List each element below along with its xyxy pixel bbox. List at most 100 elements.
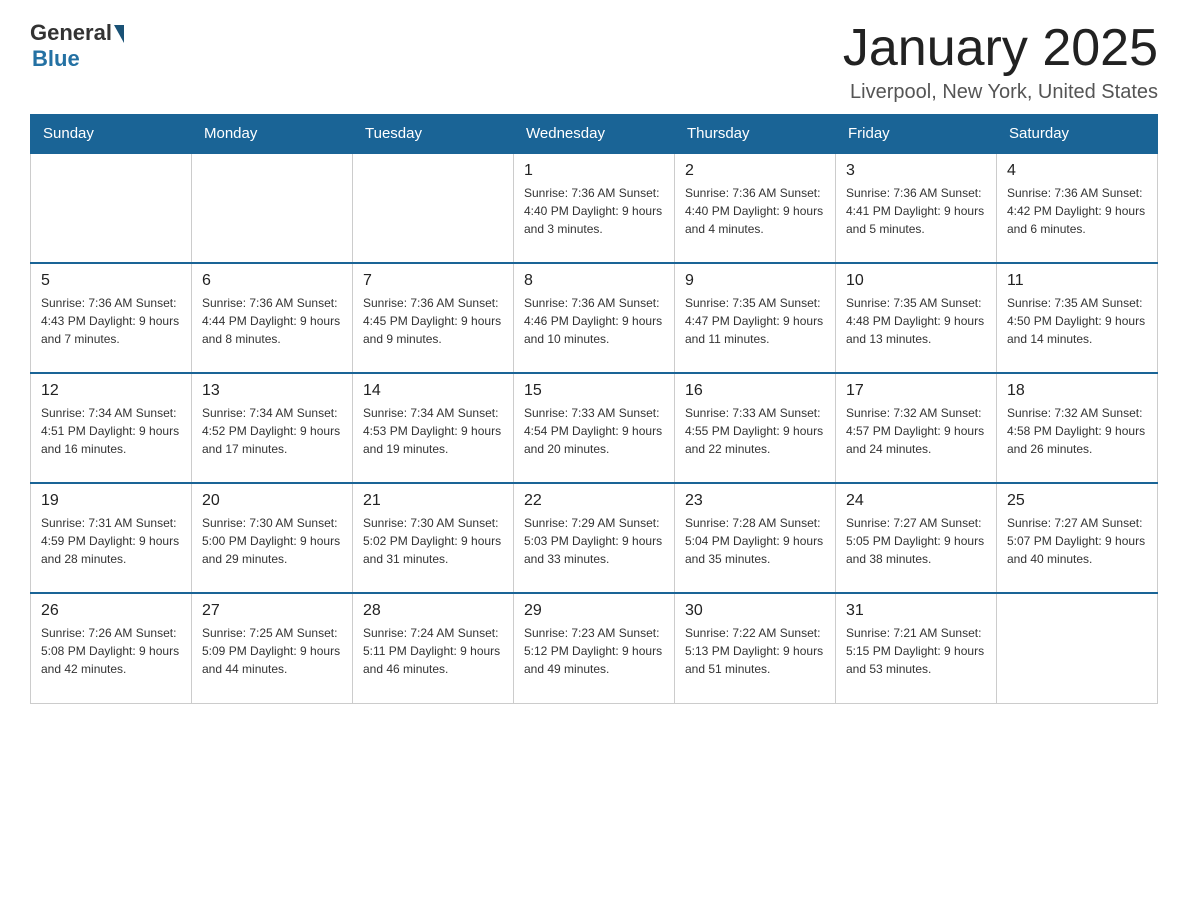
- cell-inner: 27 Sunrise: 7:25 AM Sunset: 5:09 PM Dayli…: [202, 602, 342, 678]
- day-info: Sunrise: 7:36 AM Sunset: 4:43 PM Dayligh…: [41, 294, 181, 348]
- cell-inner: 24Sunrise: 7:27 AM Sunset: 5:05 PM Dayli…: [846, 492, 986, 568]
- logo-arrow-icon: [114, 25, 124, 43]
- day-info: Sunrise: 7:36 AM Sunset: 4:40 PM Dayligh…: [524, 184, 664, 238]
- calendar-header-sunday: Sunday: [31, 115, 192, 154]
- day-number: 12: [41, 382, 181, 400]
- cell-inner: 30 Sunrise: 7:22 AM Sunset: 5:13 PM Dayli…: [685, 602, 825, 678]
- day-info: Sunrise: 7:33 AM Sunset: 4:54 PM Dayligh…: [524, 404, 664, 458]
- calendar-week-3: 12 Sunrise: 7:34 AM Sunset: 4:51 PM Dayli…: [31, 373, 1158, 483]
- day-number: 8: [524, 272, 664, 290]
- calendar-header-thursday: Thursday: [675, 115, 836, 154]
- cell-inner: 25Sunrise: 7:27 AM Sunset: 5:07 PM Dayli…: [1007, 492, 1147, 568]
- calendar-cell: 26Sunrise: 7:26 AM Sunset: 5:08 PM Dayli…: [31, 593, 192, 703]
- day-number: 1: [524, 162, 664, 180]
- day-info: Sunrise: 7:36 AM Sunset: 4:42 PM Dayligh…: [1007, 184, 1147, 238]
- cell-inner: 6Sunrise: 7:36 AM Sunset: 4:44 PM Daylig…: [202, 272, 342, 348]
- calendar-cell: 19Sunrise: 7:31 AM Sunset: 4:59 PM Dayli…: [31, 483, 192, 593]
- day-info: Sunrise: 7:30 AM Sunset: 5:00 PM Dayligh…: [202, 514, 342, 568]
- calendar-header-tuesday: Tuesday: [353, 115, 514, 154]
- day-info: Sunrise: 7:32 AM Sunset: 4:58 PM Dayligh…: [1007, 404, 1147, 458]
- calendar-cell: 3Sunrise: 7:36 AM Sunset: 4:41 PM Daylig…: [836, 153, 997, 263]
- calendar-cell: 11Sunrise: 7:35 AM Sunset: 4:50 PM Dayli…: [997, 263, 1158, 373]
- day-info: Sunrise: 7:22 AM Sunset: 5:13 PM Dayligh…: [685, 624, 825, 678]
- cell-inner: 10 Sunrise: 7:35 AM Sunset: 4:48 PM Dayli…: [846, 272, 986, 348]
- day-info: Sunrise: 7:28 AM Sunset: 5:04 PM Dayligh…: [685, 514, 825, 568]
- day-number: 28: [363, 602, 503, 620]
- day-number: 21: [363, 492, 503, 510]
- calendar-cell: [997, 593, 1158, 703]
- calendar-cell: 5 Sunrise: 7:36 AM Sunset: 4:43 PM Daylig…: [31, 263, 192, 373]
- day-number: 15: [524, 382, 664, 400]
- cell-inner: 13Sunrise: 7:34 AM Sunset: 4:52 PM Dayli…: [202, 382, 342, 458]
- calendar-cell: 30 Sunrise: 7:22 AM Sunset: 5:13 PM Dayli…: [675, 593, 836, 703]
- calendar-cell: 13Sunrise: 7:34 AM Sunset: 4:52 PM Dayli…: [192, 373, 353, 483]
- day-number: 25: [1007, 492, 1147, 510]
- cell-inner: 11Sunrise: 7:35 AM Sunset: 4:50 PM Dayli…: [1007, 272, 1147, 348]
- cell-inner: 4Sunrise: 7:36 AM Sunset: 4:42 PM Daylig…: [1007, 162, 1147, 238]
- day-info: Sunrise: 7:35 AM Sunset: 4:47 PM Dayligh…: [685, 294, 825, 348]
- day-number: 6: [202, 272, 342, 290]
- calendar-header-saturday: Saturday: [997, 115, 1158, 154]
- cell-inner: 22 Sunrise: 7:29 AM Sunset: 5:03 PM Dayli…: [524, 492, 664, 568]
- day-number: 13: [202, 382, 342, 400]
- calendar-week-5: 26Sunrise: 7:26 AM Sunset: 5:08 PM Dayli…: [31, 593, 1158, 703]
- calendar-cell: 29 Sunrise: 7:23 AM Sunset: 5:12 PM Dayli…: [514, 593, 675, 703]
- cell-inner: 5 Sunrise: 7:36 AM Sunset: 4:43 PM Daylig…: [41, 272, 181, 348]
- day-number: 23: [685, 492, 825, 510]
- calendar-cell: [353, 153, 514, 263]
- day-number: 27: [202, 602, 342, 620]
- calendar-week-4: 19Sunrise: 7:31 AM Sunset: 4:59 PM Dayli…: [31, 483, 1158, 593]
- cell-inner: 29 Sunrise: 7:23 AM Sunset: 5:12 PM Dayli…: [524, 602, 664, 678]
- page-title: January 2025: [843, 20, 1158, 77]
- day-info: Sunrise: 7:25 AM Sunset: 5:09 PM Dayligh…: [202, 624, 342, 678]
- title-section: January 2025 Liverpool, New York, United…: [843, 20, 1158, 104]
- day-info: Sunrise: 7:29 AM Sunset: 5:03 PM Dayligh…: [524, 514, 664, 568]
- day-info: Sunrise: 7:34 AM Sunset: 4:51 PM Dayligh…: [41, 404, 181, 458]
- day-info: Sunrise: 7:36 AM Sunset: 4:40 PM Dayligh…: [685, 184, 825, 238]
- calendar-cell: 8Sunrise: 7:36 AM Sunset: 4:46 PM Daylig…: [514, 263, 675, 373]
- day-info: Sunrise: 7:32 AM Sunset: 4:57 PM Dayligh…: [846, 404, 986, 458]
- day-info: Sunrise: 7:30 AM Sunset: 5:02 PM Dayligh…: [363, 514, 503, 568]
- day-info: Sunrise: 7:35 AM Sunset: 4:48 PM Dayligh…: [846, 294, 986, 348]
- day-number: 30: [685, 602, 825, 620]
- logo-top: General: [30, 20, 124, 46]
- logo: General Blue: [30, 20, 124, 72]
- cell-inner: 3Sunrise: 7:36 AM Sunset: 4:41 PM Daylig…: [846, 162, 986, 238]
- page-subtitle: Liverpool, New York, United States: [843, 81, 1158, 104]
- cell-inner: 28Sunrise: 7:24 AM Sunset: 5:11 PM Dayli…: [363, 602, 503, 678]
- cell-inner: 8Sunrise: 7:36 AM Sunset: 4:46 PM Daylig…: [524, 272, 664, 348]
- calendar-cell: 14Sunrise: 7:34 AM Sunset: 4:53 PM Dayli…: [353, 373, 514, 483]
- calendar-cell: 27 Sunrise: 7:25 AM Sunset: 5:09 PM Dayli…: [192, 593, 353, 703]
- cell-inner: 15 Sunrise: 7:33 AM Sunset: 4:54 PM Dayli…: [524, 382, 664, 458]
- calendar-cell: 23 Sunrise: 7:28 AM Sunset: 5:04 PM Dayli…: [675, 483, 836, 593]
- cell-inner: 18Sunrise: 7:32 AM Sunset: 4:58 PM Dayli…: [1007, 382, 1147, 458]
- day-number: 29: [524, 602, 664, 620]
- cell-inner: 19Sunrise: 7:31 AM Sunset: 4:59 PM Dayli…: [41, 492, 181, 568]
- calendar-cell: 24Sunrise: 7:27 AM Sunset: 5:05 PM Dayli…: [836, 483, 997, 593]
- day-number: 9: [685, 272, 825, 290]
- cell-inner: 31Sunrise: 7:21 AM Sunset: 5:15 PM Dayli…: [846, 602, 986, 678]
- cell-inner: 9 Sunrise: 7:35 AM Sunset: 4:47 PM Daylig…: [685, 272, 825, 348]
- cell-inner: 17Sunrise: 7:32 AM Sunset: 4:57 PM Dayli…: [846, 382, 986, 458]
- day-number: 26: [41, 602, 181, 620]
- day-info: Sunrise: 7:33 AM Sunset: 4:55 PM Dayligh…: [685, 404, 825, 458]
- cell-inner: 14Sunrise: 7:34 AM Sunset: 4:53 PM Dayli…: [363, 382, 503, 458]
- calendar-week-1: 1 Sunrise: 7:36 AM Sunset: 4:40 PM Daylig…: [31, 153, 1158, 263]
- calendar-cell: 22 Sunrise: 7:29 AM Sunset: 5:03 PM Dayli…: [514, 483, 675, 593]
- day-number: 31: [846, 602, 986, 620]
- day-number: 22: [524, 492, 664, 510]
- cell-inner: 2 Sunrise: 7:36 AM Sunset: 4:40 PM Daylig…: [685, 162, 825, 238]
- logo-general: General: [30, 20, 112, 46]
- cell-inner: 7Sunrise: 7:36 AM Sunset: 4:45 PM Daylig…: [363, 272, 503, 348]
- day-number: 2: [685, 162, 825, 180]
- calendar-cell: 4Sunrise: 7:36 AM Sunset: 4:42 PM Daylig…: [997, 153, 1158, 263]
- calendar-cell: 1 Sunrise: 7:36 AM Sunset: 4:40 PM Daylig…: [514, 153, 675, 263]
- day-info: Sunrise: 7:23 AM Sunset: 5:12 PM Dayligh…: [524, 624, 664, 678]
- calendar-cell: [31, 153, 192, 263]
- calendar-table: SundayMondayTuesdayWednesdayThursdayFrid…: [30, 114, 1158, 704]
- calendar-header-monday: Monday: [192, 115, 353, 154]
- day-number: 5: [41, 272, 181, 290]
- calendar-header-wednesday: Wednesday: [514, 115, 675, 154]
- day-number: 10: [846, 272, 986, 290]
- cell-inner: 26Sunrise: 7:26 AM Sunset: 5:08 PM Dayli…: [41, 602, 181, 678]
